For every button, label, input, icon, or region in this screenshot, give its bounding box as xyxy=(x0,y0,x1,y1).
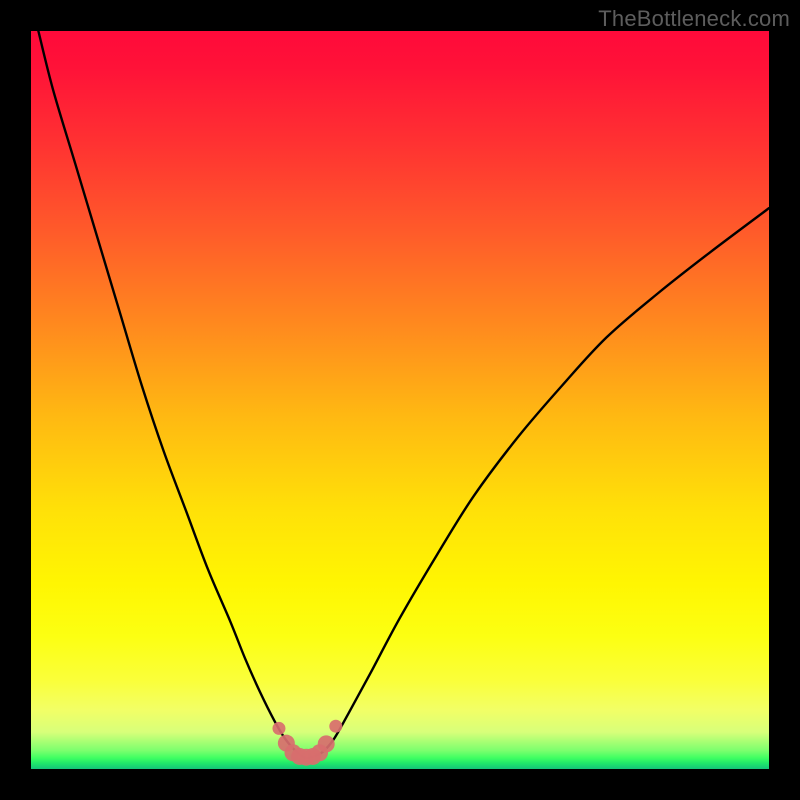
valley-marker xyxy=(272,722,285,735)
chart-frame: TheBottleneck.com xyxy=(0,0,800,800)
watermark-text: TheBottleneck.com xyxy=(598,6,790,32)
valley-marker xyxy=(318,735,335,752)
valley-marker xyxy=(329,720,342,733)
plot-area xyxy=(31,31,769,769)
valley-markers xyxy=(272,720,342,766)
bottleneck-curve xyxy=(38,31,769,758)
chart-svg xyxy=(31,31,769,769)
